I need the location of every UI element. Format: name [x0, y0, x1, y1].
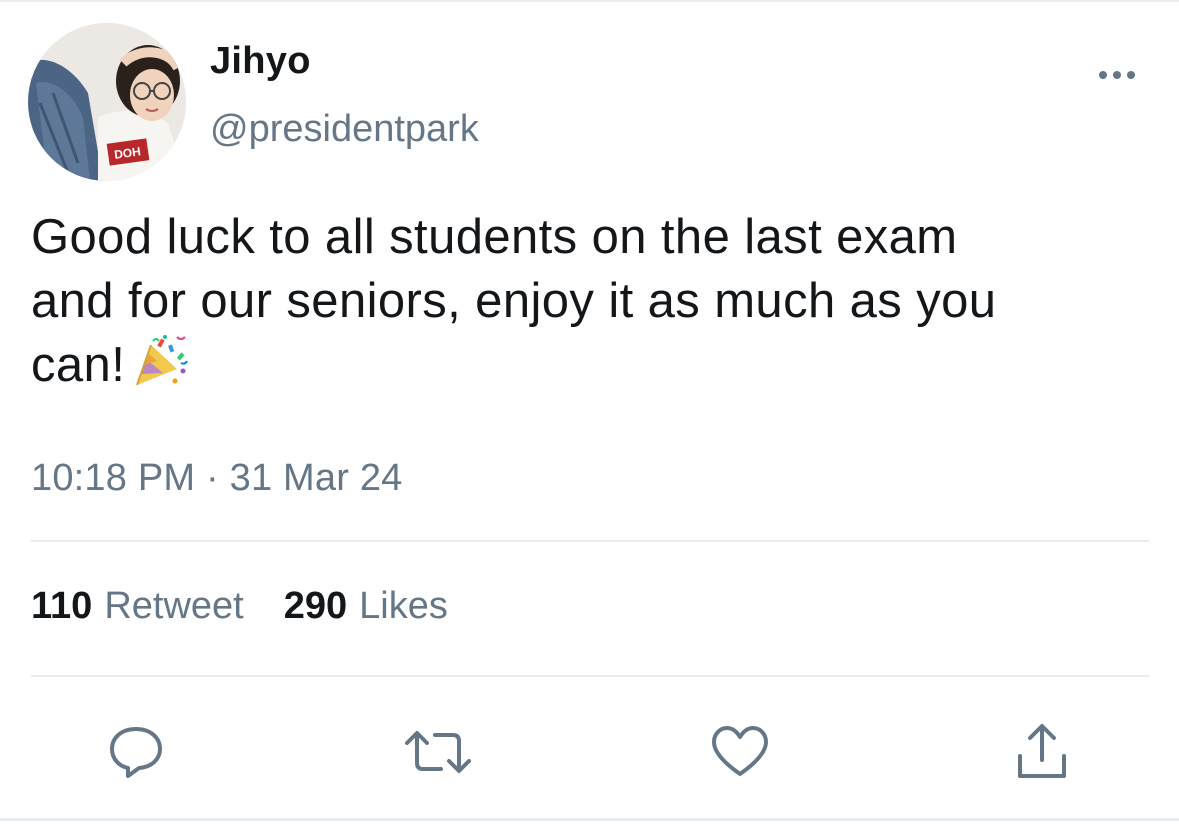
author-display-name[interactable]: Jihyo	[210, 40, 311, 83]
like-stat[interactable]: 290 Likes	[284, 585, 448, 628]
profile-photo-icon: DOH	[28, 23, 186, 181]
share-upload-icon	[1018, 724, 1066, 778]
tweet-text: Good luck to all students on the last ex…	[31, 205, 1151, 405]
heart-icon	[712, 726, 768, 776]
tweet-timestamp[interactable]: 10:18 PM · 31 Mar 24	[31, 457, 403, 500]
party-popper-icon	[133, 335, 189, 405]
more-dots-icon	[1099, 71, 1135, 79]
retweet-label: Retweet	[104, 585, 244, 627]
share-button[interactable]	[1002, 712, 1082, 792]
like-count: 290	[283, 585, 348, 627]
like-label: Likes	[359, 585, 448, 627]
retweet-count: 110	[31, 585, 93, 627]
divider	[31, 540, 1149, 542]
retweet-arrows-icon	[405, 731, 471, 773]
bottom-divider	[0, 818, 1179, 821]
top-divider	[0, 0, 1179, 2]
like-button[interactable]	[700, 712, 780, 792]
retweet-button[interactable]	[398, 712, 478, 792]
tweet-actions-bar	[0, 712, 1179, 792]
divider	[31, 675, 1149, 677]
tweet-text-line-last: can!	[31, 338, 126, 392]
tweet-text-line: and for our seniors, enjoy it as much as…	[31, 274, 997, 328]
more-options-button[interactable]	[1092, 60, 1142, 90]
retweet-stat[interactable]: 110 Retweet	[31, 585, 244, 628]
engagement-stats: 110 Retweet 290 Likes	[31, 585, 448, 628]
tweet-text-line: can!	[31, 333, 1151, 405]
reply-bubble-icon	[110, 727, 162, 778]
tweet-text-line: Good luck to all students on the last ex…	[31, 210, 958, 264]
author-handle[interactable]: @presidentpark	[210, 108, 479, 151]
avatar[interactable]: DOH	[28, 23, 186, 181]
reply-button[interactable]	[96, 712, 176, 792]
